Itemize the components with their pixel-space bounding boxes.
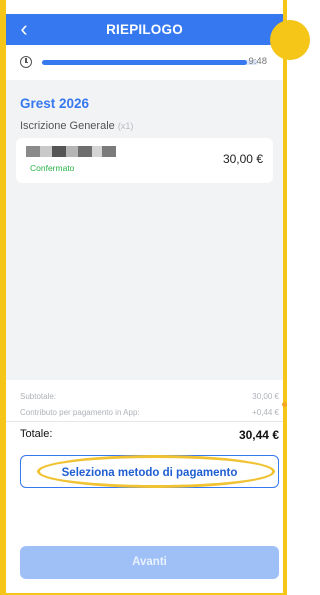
price-summary: Subtotale: 30,00 € Contributo per pagame… <box>20 390 279 422</box>
product-quantity: (x1) <box>117 121 134 131</box>
fee-label: Contributo per pagamento in App: <box>20 408 140 417</box>
highlight-marker <box>270 20 310 60</box>
status-badge: Confermato <box>30 163 75 173</box>
timer-progress-bar <box>42 60 258 65</box>
product-name: Iscrizione Generale <box>20 120 115 132</box>
total-label: Totale: <box>20 428 53 440</box>
app-header: ‹ RIEPILOGO <box>6 14 283 45</box>
page-title: RIEPILOGO <box>106 22 183 37</box>
timer-text: 9:48 <box>248 56 268 67</box>
subtotal-label: Subtotale: <box>20 392 57 401</box>
next-button[interactable]: Avanti <box>20 546 279 579</box>
subtotal-value: 30,00 € <box>252 392 279 401</box>
subtotal-row: Subtotale: 30,00 € <box>20 390 279 406</box>
order-content: Grest 2026 Iscrizione Generale (x1) Conf… <box>6 80 283 380</box>
timer-row: 9:48 <box>20 55 279 71</box>
item-price: 30,00 € <box>222 152 263 166</box>
fee-row: Contributo per pagamento in App: +0,44 € <box>20 406 279 422</box>
total-value: 30,44 € <box>238 428 279 442</box>
order-item-card[interactable]: Confermato 30,00 € <box>16 138 273 183</box>
fee-value: +0,44 € <box>252 408 279 417</box>
product-label: Iscrizione Generale (x1) <box>20 120 133 132</box>
timer-progress-fill <box>42 60 248 65</box>
select-payment-label: Seleziona metodo di pagamento <box>61 467 238 479</box>
redacted-name <box>26 146 116 157</box>
highlight-dot <box>282 402 287 407</box>
event-title: Grest 2026 <box>20 96 90 111</box>
total-row: Totale: 30,44 € <box>20 428 279 444</box>
select-payment-method-button[interactable]: Seleziona metodo di pagamento <box>20 455 279 488</box>
divider <box>6 421 283 422</box>
clock-icon <box>20 56 32 68</box>
